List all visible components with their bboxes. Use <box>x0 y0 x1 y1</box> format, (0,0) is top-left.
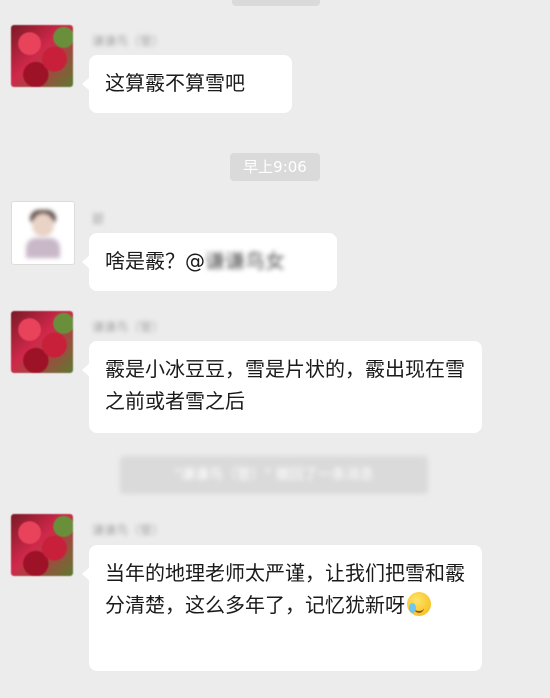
mention-name[interactable]: 谦谦鸟女 <box>205 249 285 273</box>
message-text: 啥是霰？@ <box>105 249 205 273</box>
message-bubble[interactable]: 当年的地理老师太严谨，让我们把雪和霰分清楚，这么多年了，记忆犹新呀 <box>82 545 482 671</box>
avatar[interactable] <box>11 514 73 576</box>
sender-nickname: 谦谦鸟（管） <box>92 523 165 537</box>
message-text: 这算霰不算雪吧 <box>105 71 245 95</box>
message-text: 霰是小冰豆豆，雪是片状的，霰出现在雪之前或者雪之后 <box>105 357 465 413</box>
system-notice: "谦谦鸟（管）" 撤回了一条消息 <box>120 456 428 494</box>
sender-nickname: 碧 <box>92 212 105 226</box>
avatar-body <box>26 238 60 258</box>
avatar-head <box>32 213 54 237</box>
message-bubble[interactable]: 这算霰不算雪吧 <box>82 55 292 113</box>
sender-nickname: 谦谦鸟（管） <box>92 320 165 334</box>
timestamp: 早上9:06 <box>230 153 320 181</box>
avatar[interactable] <box>11 311 73 373</box>
message-bubble[interactable]: 啥是霰？@谦谦鸟女 <box>82 233 337 291</box>
avatar[interactable] <box>11 25 73 87</box>
sender-nickname: 谦谦鸟（管） <box>92 34 165 48</box>
face-with-tears-of-joy-icon <box>407 592 431 616</box>
top-time-strip <box>232 0 320 6</box>
message-bubble[interactable]: 霰是小冰豆豆，雪是片状的，霰出现在雪之前或者雪之后 <box>82 341 482 433</box>
avatar[interactable] <box>11 201 75 265</box>
